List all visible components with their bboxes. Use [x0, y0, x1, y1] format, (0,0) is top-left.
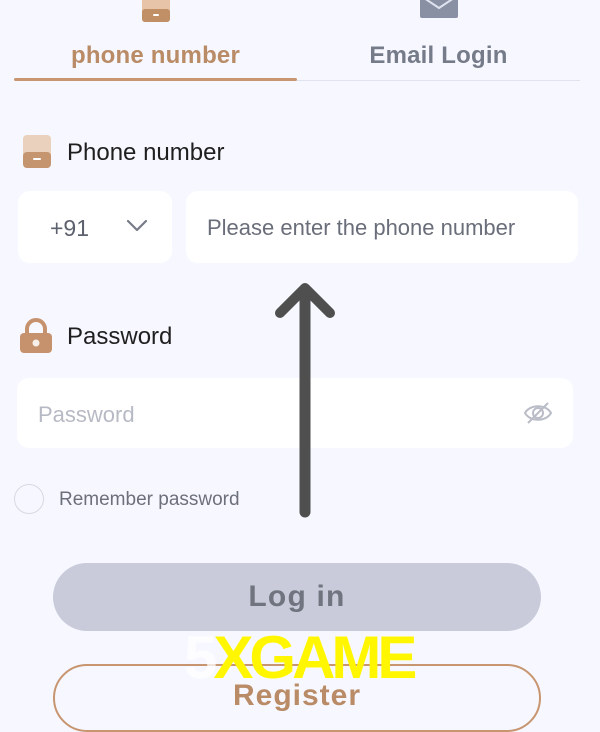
eye-slash-icon[interactable] — [523, 400, 553, 431]
phone-number-placeholder: Please enter the phone number — [207, 215, 516, 240]
phone-number-heading: Phone number — [67, 139, 225, 166]
password-heading: Password — [67, 323, 173, 350]
watermark-five: 5 — [184, 624, 217, 691]
tab-email-login[interactable]: Email Login — [297, 0, 580, 82]
phone-number-input[interactable]: Please enter the phone number — [186, 191, 578, 263]
tab-phone-number-label: phone number — [70, 42, 241, 69]
remember-password-label[interactable]: Remember password — [59, 489, 240, 511]
lock-icon — [19, 317, 53, 360]
password-placeholder: Password — [38, 402, 135, 427]
remember-password-radio[interactable] — [14, 484, 44, 514]
active-tab-indicator — [14, 78, 297, 81]
country-code-value: +91 — [50, 215, 90, 241]
tab-phone-number[interactable]: phone number — [14, 0, 297, 82]
phone-icon — [22, 135, 52, 174]
login-method-tabs: phone number Email Login — [14, 0, 580, 82]
chevron-down-icon — [126, 219, 148, 238]
up-arrow-icon — [272, 280, 338, 525]
tab-email-login-label: Email Login — [369, 42, 508, 69]
login-button[interactable]: Log in — [53, 563, 541, 631]
email-icon — [419, 0, 459, 25]
watermark-text: XGAME — [213, 624, 417, 691]
5xgame-watermark: 5XGAME — [184, 623, 417, 692]
country-code-select[interactable]: +91 — [18, 191, 172, 263]
phone-icon — [141, 0, 171, 29]
tabs-divider — [297, 80, 580, 81]
